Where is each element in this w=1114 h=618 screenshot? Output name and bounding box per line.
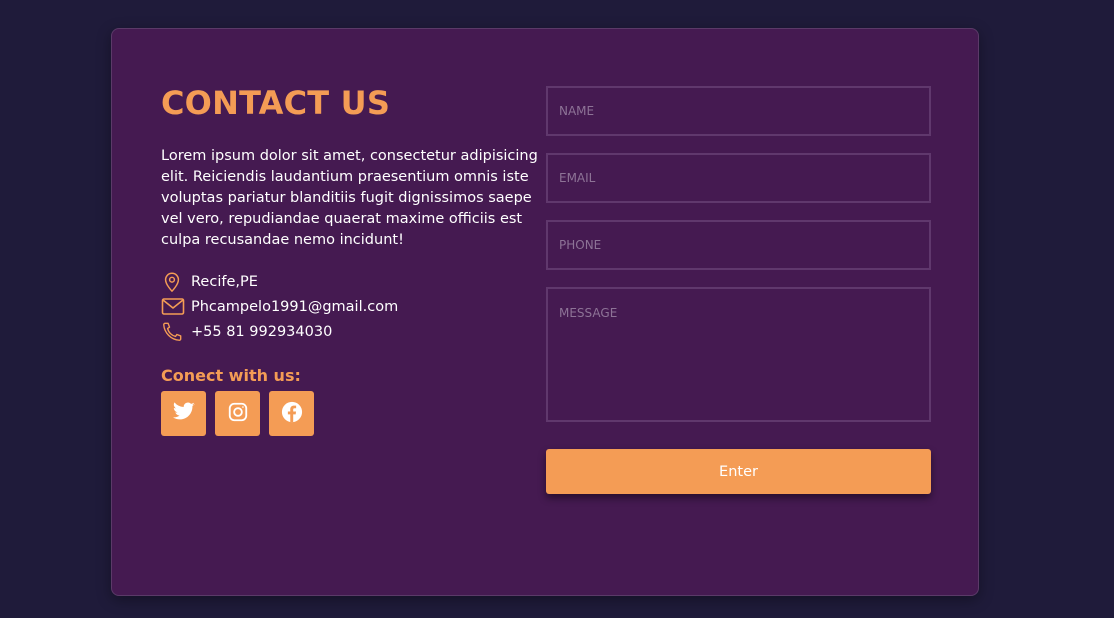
email-row: Phcampelo1991@gmail.com <box>161 294 546 319</box>
enter-button[interactable]: Enter <box>546 449 931 494</box>
contact-info-section: CONTACT US Lorem ipsum dolor sit amet, c… <box>161 83 546 436</box>
phone-text[interactable]: +55 81 992934030 <box>191 324 332 340</box>
twitter-icon <box>172 402 195 425</box>
instagram-button[interactable] <box>215 391 260 436</box>
phone-input[interactable] <box>546 220 931 270</box>
location-text: Recife,PE <box>191 273 258 290</box>
name-input[interactable] <box>546 86 931 136</box>
facebook-button[interactable] <box>269 391 314 436</box>
page-title: CONTACT US <box>161 84 391 122</box>
email-input[interactable] <box>546 153 931 203</box>
phone-row: +55 81 992934030 <box>161 319 546 344</box>
envelope-icon <box>161 296 185 318</box>
location-row: Recife,PE <box>161 269 546 294</box>
message-input[interactable] <box>546 287 931 422</box>
phone-icon <box>161 321 185 343</box>
map-pin-icon <box>161 271 185 293</box>
contact-details: Recife,PE Phcampelo1991@gmail.com +55 81… <box>161 269 546 344</box>
twitter-button[interactable] <box>161 391 206 436</box>
contact-description: Lorem ipsum dolor sit amet, consectetur … <box>161 148 538 248</box>
connect-heading: Conect with us: <box>161 366 301 385</box>
contact-form: Enter <box>546 86 931 494</box>
email-text[interactable]: Phcampelo1991@gmail.com <box>191 299 398 315</box>
contact-card: CONTACT US Lorem ipsum dolor sit amet, c… <box>111 28 979 596</box>
social-links <box>161 391 546 436</box>
instagram-icon <box>227 401 249 427</box>
facebook-icon <box>281 401 303 427</box>
